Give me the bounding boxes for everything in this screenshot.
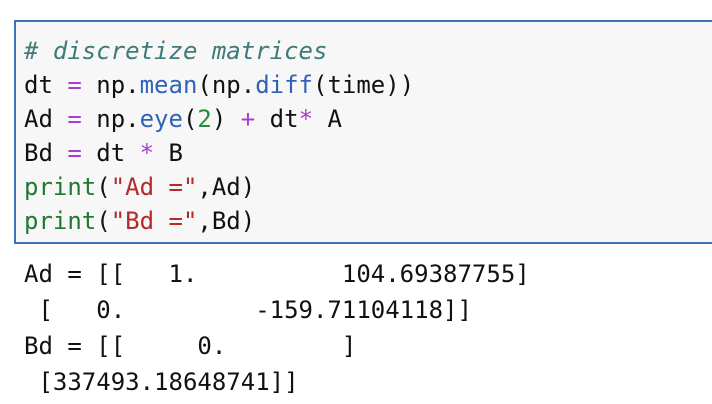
code-token: (time)) [313,71,415,99]
code-token: (np. [197,71,256,99]
code-token: dt [24,71,53,99]
cell-output: Ad = [[ 1. 104.69387755] [ 0. -159.71104… [24,256,530,400]
code-token: "Bd =" [110,207,198,235]
code-token: ,Bd) [197,207,256,235]
code-token: "Ad =" [110,173,198,201]
output-line-4: [337493.18648741]] [24,368,299,396]
code-line-4: Bd = dt * B [24,136,414,170]
code-token: ( [96,173,111,201]
code-token: np. [81,71,140,99]
code-token: ) [211,105,241,133]
code-line-1: # discretize matrices [24,34,414,68]
code-token: ( [182,105,198,133]
code-token: eye [139,105,183,133]
code-token: print [24,207,97,235]
code-token: + [240,105,256,133]
code-token: mean [139,71,198,99]
code-line-5: print("Ad =",Ad) [24,170,414,204]
code-token: Bd [24,139,53,167]
code-line-6: print("Bd =",Bd) [24,204,414,238]
code-token: diff [255,71,313,99]
code-token: = [67,105,82,133]
code-lines: # discretize matrices dt = np.mean(np.di… [24,34,414,238]
code-token: dt [81,139,140,167]
code-token: * [139,139,155,167]
output-line-1: Ad = [[ 1. 104.69387755] [24,260,530,288]
code-token: A [313,105,342,133]
code-token: ( [96,207,111,235]
code-token: B [154,139,183,167]
code-token: = [67,139,82,167]
code-token: np. [81,105,140,133]
code-cell[interactable]: # discretize matrices dt = np.mean(np.di… [14,20,712,244]
code-line-2: dt = np.mean(np.diff(time)) [24,68,414,102]
code-token: print [24,173,97,201]
code-line-3: Ad = np.eye(2) + dt* A [24,102,414,136]
code-token: * [298,105,314,133]
output-line-3: Bd = [[ 0. ] [24,332,357,360]
code-token: # discretize matrices [24,37,328,65]
code-token: ,Ad) [197,173,256,201]
code-token: 2 [197,105,212,133]
code-token: Ad [24,105,53,133]
code-token: dt [255,105,299,133]
code-token: = [67,71,82,99]
output-line-2: [ 0. -159.71104118]] [24,296,472,324]
